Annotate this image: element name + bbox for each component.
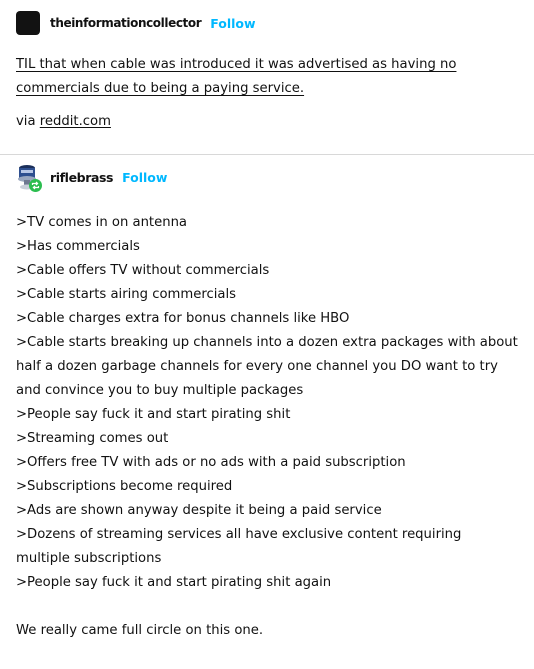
reblog-icon <box>29 179 42 192</box>
closing-line: We really came full circle on this one. <box>16 623 264 638</box>
body-line: >Dozens of streaming services all have e… <box>16 527 462 566</box>
post-body: >TV comes in on antenna >Has commercials… <box>16 211 518 595</box>
original-post: theinformationcollector Follow TIL that … <box>0 0 534 154</box>
body-line: >People say fuck it and start pirating s… <box>16 575 332 590</box>
avatar[interactable] <box>16 162 42 192</box>
body-line: >Has commercials <box>16 239 140 254</box>
body-line: >Cable offers TV without commercials <box>16 263 270 278</box>
post-header: theinformationcollector Follow <box>16 10 518 36</box>
username[interactable]: riflebrass <box>50 170 113 185</box>
divider <box>0 154 534 155</box>
follow-button[interactable]: Follow <box>122 170 167 185</box>
source-attribution: via reddit.com <box>16 114 518 129</box>
avatar[interactable] <box>16 11 40 35</box>
follow-button[interactable]: Follow <box>210 16 255 31</box>
body-line: >Cable starts airing commercials <box>16 287 236 302</box>
body-line: >Offers free TV with ads or no ads with … <box>16 455 406 470</box>
body-line: >TV comes in on antenna <box>16 215 188 230</box>
post-title-link[interactable]: TIL that when cable was introduced it wa… <box>16 53 518 101</box>
source-link[interactable]: reddit.com <box>40 114 111 129</box>
body-line: >Ads are shown anyway despite it being a… <box>16 503 382 518</box>
username[interactable]: theinformationcollector <box>50 16 202 30</box>
body-line: >Subscriptions become required <box>16 479 233 494</box>
body-line: >Streaming comes out <box>16 431 169 446</box>
reblog-post: riflebrass Follow >TV comes in on antenn… <box>0 164 534 643</box>
body-line: >Cable starts breaking up channels into … <box>16 335 518 398</box>
body-line: >Cable charges extra for bonus channels … <box>16 311 350 326</box>
body-line: >People say fuck it and start pirating s… <box>16 407 291 422</box>
via-prefix: via <box>16 114 36 129</box>
post-header: riflebrass Follow <box>16 162 518 192</box>
